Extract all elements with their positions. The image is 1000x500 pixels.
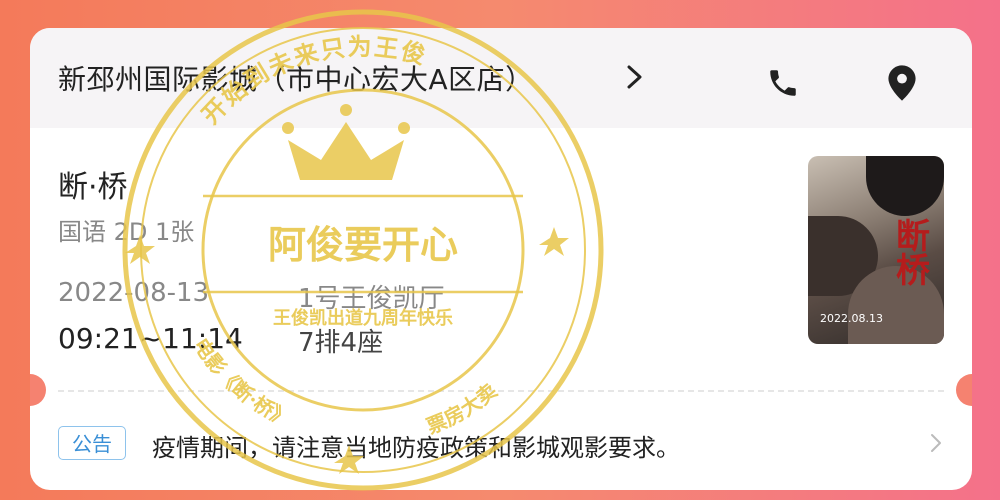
poster-title: 断桥: [896, 217, 930, 291]
hall-name: 1号王俊凯厅: [298, 284, 445, 314]
show-time: 09:21~11:14: [58, 322, 243, 355]
movie-poster[interactable]: 断桥 2022.08.13: [808, 156, 944, 344]
phone-icon[interactable]: [766, 66, 800, 100]
movie-meta: 国语 2D 1张: [58, 218, 195, 246]
cinema-header[interactable]: 新邳州国际影城（市中心宏大A区店）: [30, 28, 972, 128]
poster-date: 2022.08.13: [820, 312, 883, 325]
movie-title: 断·桥: [58, 170, 128, 205]
show-date: 2022-08-13: [58, 278, 210, 308]
seat-number: 7排4座: [298, 328, 384, 358]
notice-badge: 公告: [58, 426, 126, 460]
dashed-divider: [58, 390, 944, 392]
notice-text[interactable]: 疫情期间，请注意当地防疫政策和影城观影要求。: [152, 428, 680, 463]
chevron-right-icon[interactable]: [626, 64, 644, 90]
poster-figure: [866, 156, 944, 216]
ticket-notch-left: [30, 374, 46, 406]
ticket-notch-right: [956, 374, 972, 406]
chevron-right-icon[interactable]: [930, 433, 942, 453]
cinema-name[interactable]: 新邳州国际影城（市中心宏大A区店）: [58, 58, 534, 98]
location-pin-icon[interactable]: [885, 64, 919, 102]
ticket-card: 新邳州国际影城（市中心宏大A区店） 断·桥 国语 2D 1张 2022-08-1…: [30, 28, 972, 490]
